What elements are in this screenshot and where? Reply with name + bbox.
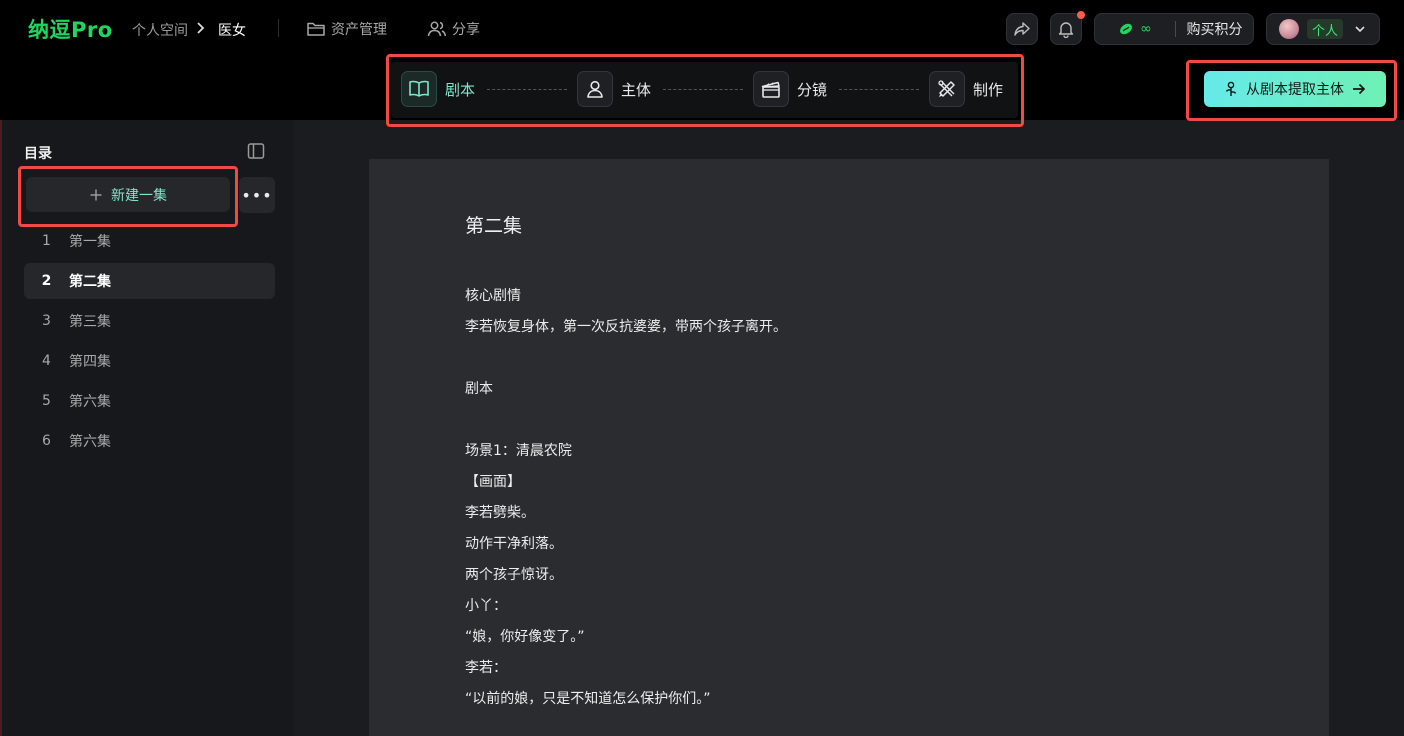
episode-name: 第六集 bbox=[69, 434, 111, 450]
nav-asset-management-label: 资产管理 bbox=[331, 22, 387, 38]
share-arrow-icon bbox=[1014, 22, 1030, 36]
episode-name: 第三集 bbox=[69, 314, 111, 330]
arrow-right-icon bbox=[1353, 83, 1366, 95]
users-icon bbox=[427, 21, 447, 37]
bean-icon bbox=[1120, 23, 1133, 35]
app-logo[interactable]: 纳逗Pro bbox=[28, 14, 113, 44]
document-line: “娘，你好像变了。” bbox=[465, 629, 585, 645]
episode-item[interactable]: 5 第六集 bbox=[24, 383, 275, 419]
step-script-label: 剧本 bbox=[445, 80, 476, 99]
step-connector bbox=[487, 89, 567, 90]
step-connector bbox=[663, 89, 743, 90]
episode-item[interactable]: 3 第三集 bbox=[24, 303, 275, 339]
folder-icon bbox=[307, 22, 325, 36]
sidebar-title: 目录 bbox=[24, 146, 52, 162]
episode-number: 5 bbox=[42, 393, 51, 409]
step-subject-icon-box bbox=[577, 71, 613, 107]
tools-icon bbox=[938, 80, 955, 97]
new-episode-label: 新建一集 bbox=[111, 187, 167, 204]
nav-share-label: 分享 bbox=[452, 22, 480, 38]
episode-number: 2 bbox=[41, 273, 52, 289]
step-storyboard[interactable]: 分镜 bbox=[753, 71, 827, 107]
episode-number: 3 bbox=[42, 313, 51, 329]
step-script[interactable]: 剧本 bbox=[401, 71, 475, 107]
notification-dot bbox=[1077, 11, 1085, 19]
avatar bbox=[1279, 19, 1299, 39]
extract-subjects-label: 从剧本提取主体 bbox=[1246, 82, 1344, 98]
book-open-icon bbox=[409, 80, 429, 97]
notifications-button[interactable] bbox=[1050, 11, 1085, 45]
sidebar: 目录 新建一集 ••• 1 第一集 2 第二集 3 第三集 4 第四集 5 第六… bbox=[0, 120, 293, 736]
more-options-button[interactable]: ••• bbox=[239, 177, 275, 213]
document-line: 两个孩子惊讶。 bbox=[465, 567, 563, 583]
step-connector bbox=[839, 89, 919, 90]
clapperboard-icon bbox=[761, 81, 780, 98]
document-line: 李若劈柴。 bbox=[465, 505, 535, 521]
episode-name: 第一集 bbox=[69, 234, 111, 250]
credits-widget: ∞ 购买积分 bbox=[1094, 13, 1254, 45]
episode-name: 第四集 bbox=[69, 354, 111, 370]
chevron-down-icon bbox=[1355, 26, 1365, 33]
episode-item[interactable]: 6 第六集 bbox=[24, 423, 275, 459]
document-title: 第二集 bbox=[465, 215, 523, 237]
workflow-steps: 剧本 主体 分镜 制作 bbox=[391, 62, 1018, 118]
episode-list: 1 第一集 2 第二集 3 第三集 4 第四集 5 第六集 6 第六集 bbox=[24, 223, 275, 463]
document-line: 小丫： bbox=[465, 598, 507, 614]
episode-name: 第六集 bbox=[69, 394, 111, 410]
top-bar: 纳逗Pro 个人空间 医女 资产管理 分享 ∞ 购买积分 个人 bbox=[0, 0, 1404, 58]
document-line: 剧本 bbox=[465, 381, 493, 397]
step-subject-label: 主体 bbox=[621, 80, 652, 99]
episode-item-active[interactable]: 2 第二集 bbox=[24, 263, 275, 299]
divider bbox=[278, 19, 279, 37]
person-icon bbox=[587, 80, 603, 98]
step-production[interactable]: 制作 bbox=[929, 71, 1003, 107]
magic-flower-icon bbox=[1225, 81, 1237, 96]
user-type-badge: 个人 bbox=[1307, 19, 1343, 39]
plus-icon bbox=[90, 189, 102, 200]
nav-share[interactable]: 分享 bbox=[427, 17, 480, 41]
document-line: 场景1：清晨农院 bbox=[465, 443, 572, 459]
user-menu[interactable]: 个人 bbox=[1266, 13, 1380, 45]
share-button[interactable] bbox=[1006, 13, 1038, 45]
step-subject[interactable]: 主体 bbox=[577, 71, 651, 107]
episode-name: 第二集 bbox=[69, 274, 111, 290]
breadcrumb-project[interactable]: 医女 bbox=[218, 20, 246, 40]
episode-number: 4 bbox=[42, 353, 51, 369]
breadcrumb-personal-space[interactable]: 个人空间 bbox=[132, 20, 188, 40]
episode-number: 6 bbox=[42, 433, 51, 449]
buy-credits-button[interactable]: 购买积分 bbox=[1176, 19, 1253, 39]
document-line: 核心剧情 bbox=[465, 288, 521, 304]
step-storyboard-label: 分镜 bbox=[797, 80, 828, 99]
ellipsis-icon: ••• bbox=[241, 185, 273, 205]
document-line: 李若恢复身体，第一次反抗婆婆，带两个孩子离开。 bbox=[465, 319, 787, 335]
step-production-label: 制作 bbox=[973, 80, 1004, 99]
episode-item[interactable]: 1 第一集 bbox=[24, 223, 275, 259]
step-script-icon-box bbox=[401, 71, 437, 107]
step-production-icon-box bbox=[929, 71, 965, 107]
chevron-right-icon bbox=[197, 22, 205, 34]
document-line: “以前的娘，只是不知道怎么保护你们。” bbox=[465, 691, 711, 707]
document-body[interactable]: 核心剧情 李若恢复身体，第一次反抗婆婆，带两个孩子离开。 剧本 场景1：清晨农院… bbox=[465, 281, 1265, 715]
sidebar-toggle-icon[interactable] bbox=[247, 142, 265, 160]
step-storyboard-icon-box bbox=[753, 71, 789, 107]
episode-number: 1 bbox=[42, 233, 51, 249]
new-episode-button[interactable]: 新建一集 bbox=[26, 177, 230, 212]
extract-subjects-button[interactable]: 从剧本提取主体 bbox=[1204, 71, 1386, 107]
nav-asset-management[interactable]: 资产管理 bbox=[306, 17, 387, 41]
credits-balance: ∞ bbox=[1095, 13, 1175, 45]
bell-icon bbox=[1058, 22, 1074, 38]
credits-value: ∞ bbox=[1140, 21, 1152, 37]
document-line: 李若： bbox=[465, 660, 507, 676]
document-line: 动作干净利落。 bbox=[465, 536, 563, 552]
document-line: 【画面】 bbox=[465, 474, 521, 490]
script-document[interactable]: 第二集 核心剧情 李若恢复身体，第一次反抗婆婆，带两个孩子离开。 剧本 场景1：… bbox=[369, 159, 1329, 736]
episode-item[interactable]: 4 第四集 bbox=[24, 343, 275, 379]
